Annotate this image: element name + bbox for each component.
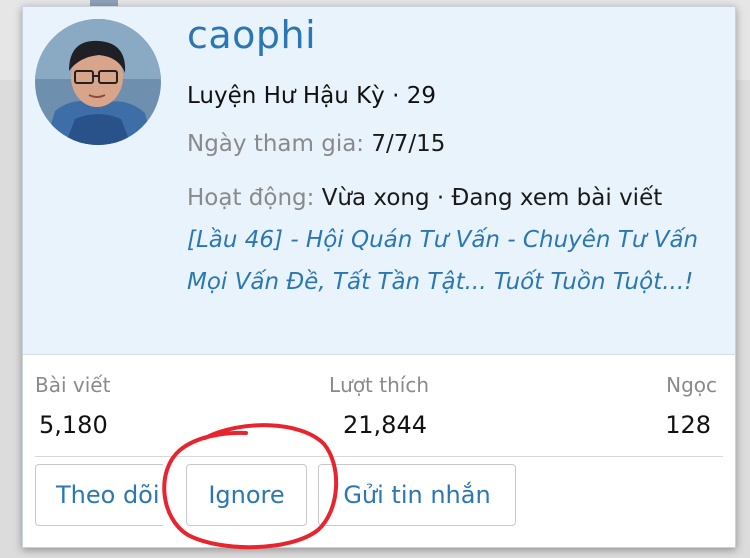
avatar[interactable] xyxy=(35,19,161,145)
join-date-value: 7/7/15 xyxy=(371,131,446,157)
posts-value: 5,180 xyxy=(39,411,108,439)
member-stats: Bài viết 5,180 Lượt thích 21,844 Ngọc 12… xyxy=(23,355,735,455)
activity-value: Vừa xong · Đang xem bài viết xyxy=(321,185,663,211)
member-info-panel: caophi Luyện Hư Hậu Kỳ · 29 Ngày tham gi… xyxy=(23,7,735,355)
activity-label: Hoạt động: xyxy=(187,185,315,211)
join-date: Ngày tham gia: 7/7/15 xyxy=(187,131,445,157)
divider xyxy=(35,456,723,457)
posts-label: Bài viết xyxy=(35,373,111,397)
gems-label: Ngọc xyxy=(666,373,717,397)
send-message-button[interactable]: Gửi tin nhắn xyxy=(318,464,516,526)
username-link[interactable]: caophi xyxy=(187,13,316,57)
avatar-illustration-icon xyxy=(35,19,161,145)
thread-link[interactable]: [Lầu 46] - Hội Quán Tư Vấn - Chuyên Tư V… xyxy=(187,227,698,295)
ignore-button[interactable]: Ignore xyxy=(186,464,307,526)
gems-value: 128 xyxy=(665,411,711,439)
follow-button[interactable]: Theo dõi xyxy=(35,464,163,526)
member-rank: Luyện Hư Hậu Kỳ · 29 xyxy=(187,83,436,109)
activity-status: Hoạt động: Vừa xong · Đang xem bài viết … xyxy=(187,177,717,303)
likes-value: 21,844 xyxy=(343,411,427,439)
join-date-label: Ngày tham gia: xyxy=(187,131,365,157)
likes-label: Lượt thích xyxy=(329,373,429,397)
